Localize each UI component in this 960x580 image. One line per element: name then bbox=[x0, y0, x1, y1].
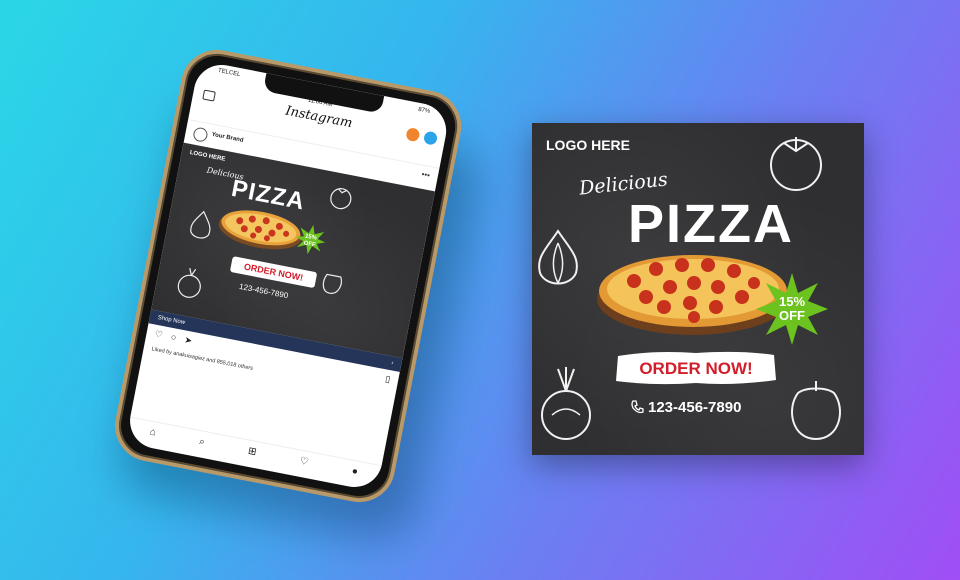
garlic-doodle-icon bbox=[538, 229, 578, 285]
carrier-label: TELCEL bbox=[217, 67, 241, 79]
pepper-doodle-icon bbox=[322, 273, 342, 294]
story-icon[interactable] bbox=[405, 127, 421, 143]
heart-icon[interactable]: ♡ bbox=[299, 455, 310, 468]
tomato-doodle-icon bbox=[770, 137, 822, 191]
onion-doodle-icon bbox=[541, 367, 591, 440]
phone-screen: TELCEL 11:06 AM 87% Instagram Your Brand… bbox=[125, 60, 451, 492]
add-icon[interactable]: ⊞ bbox=[247, 445, 257, 457]
order-now-button[interactable]: ORDER NOW! bbox=[614, 359, 778, 379]
phone-icon bbox=[631, 400, 644, 414]
comment-icon[interactable]: ○ bbox=[170, 332, 177, 343]
pizza-flyer: LOGO HERE Delicious PIZZA 15% OFF ORDER … bbox=[532, 123, 864, 455]
bookmark-icon[interactable]: ▯ bbox=[384, 374, 391, 386]
avatar[interactable] bbox=[192, 126, 209, 143]
profile-icon[interactable]: ● bbox=[351, 465, 359, 477]
flyer-phone-number: 123-456-7890 bbox=[648, 399, 742, 416]
more-horizontal-icon[interactable]: ••• bbox=[421, 170, 431, 180]
chevron-right-icon: › bbox=[390, 360, 394, 367]
account-name[interactable]: Your Brand bbox=[211, 132, 244, 144]
battery-label: 87% bbox=[417, 106, 431, 115]
instagram-logo: Instagram bbox=[284, 103, 354, 132]
shop-now-label: Shop Now bbox=[157, 314, 186, 327]
phone-mockup: TELCEL 11:06 AM 87% Instagram Your Brand… bbox=[79, 29, 487, 545]
onion-doodle-icon bbox=[177, 267, 201, 298]
badge-percent: 15% bbox=[778, 294, 806, 309]
badge-off: OFF bbox=[779, 308, 805, 323]
discount-badge: 15% OFF bbox=[295, 224, 326, 255]
post-logo: LOGO HERE bbox=[189, 150, 226, 163]
direct-icon[interactable] bbox=[422, 130, 439, 146]
home-icon[interactable]: ⌂ bbox=[149, 426, 157, 438]
post-phone-number: 123-456-7890 bbox=[238, 281, 289, 301]
badge-off: OFF bbox=[303, 240, 316, 248]
heart-icon[interactable]: ♡ bbox=[154, 329, 164, 340]
share-icon[interactable]: ➤ bbox=[184, 334, 193, 345]
camera-icon[interactable] bbox=[202, 89, 216, 102]
badge-text: 15% OFF bbox=[756, 295, 828, 323]
flyer-logo: LOGO HERE bbox=[546, 137, 631, 153]
pepper-doodle-icon bbox=[791, 381, 841, 441]
tomato-doodle-icon bbox=[330, 188, 352, 210]
search-icon[interactable]: ⌕ bbox=[198, 436, 206, 448]
